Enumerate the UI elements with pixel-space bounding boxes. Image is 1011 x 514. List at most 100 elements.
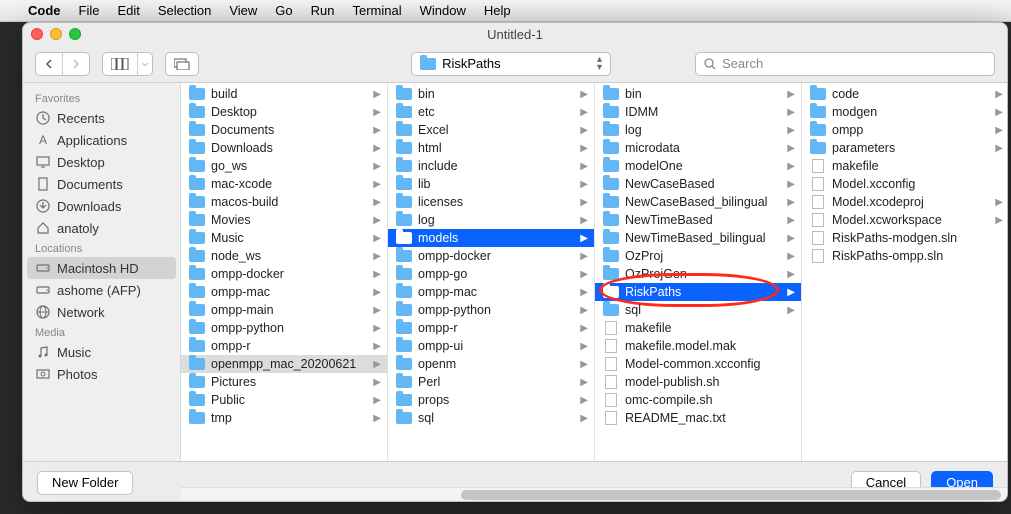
file-entry[interactable]: makefile [595,319,801,337]
menu-go[interactable]: Go [275,3,292,18]
file-entry[interactable]: node_ws▶ [181,247,387,265]
forward-button[interactable] [63,53,89,75]
file-entry[interactable]: build▶ [181,85,387,103]
file-entry[interactable]: omc-compile.sh [595,391,801,409]
file-entry[interactable]: log▶ [388,211,594,229]
file-entry[interactable]: microdata▶ [595,139,801,157]
file-entry[interactable]: models▶ [388,229,594,247]
sidebar-item-music[interactable]: Music [23,341,180,363]
menu-view[interactable]: View [229,3,257,18]
file-entry[interactable]: go_ws▶ [181,157,387,175]
file-entry[interactable]: lib▶ [388,175,594,193]
file-entry[interactable]: openmpp_mac_20200621▶ [181,355,387,373]
file-entry[interactable]: IDMM▶ [595,103,801,121]
file-entry[interactable]: licenses▶ [388,193,594,211]
file-entry[interactable]: mac-xcode▶ [181,175,387,193]
menu-selection[interactable]: Selection [158,3,211,18]
horizontal-scrollbar[interactable] [181,487,1007,501]
file-entry[interactable]: etc▶ [388,103,594,121]
file-entry[interactable]: RiskPaths-ompp.sln [802,247,1007,265]
sidebar-item-documents[interactable]: Documents [23,173,180,195]
file-entry[interactable]: Public▶ [181,391,387,409]
file-entry[interactable]: Excel▶ [388,121,594,139]
menu-terminal[interactable]: Terminal [353,3,402,18]
file-entry[interactable]: modgen▶ [802,103,1007,121]
menu-edit[interactable]: Edit [117,3,139,18]
file-entry[interactable]: OzProj▶ [595,247,801,265]
file-entry[interactable]: ompp-mac▶ [388,283,594,301]
sidebar-item-desktop[interactable]: Desktop [23,151,180,173]
file-entry[interactable]: openm▶ [388,355,594,373]
file-entry[interactable]: ompp-go▶ [388,265,594,283]
file-entry[interactable]: bin▶ [388,85,594,103]
file-entry[interactable]: log▶ [595,121,801,139]
sidebar-item-recents[interactable]: Recents [23,107,180,129]
file-entry[interactable]: makefile.model.mak [595,337,801,355]
file-entry[interactable]: html▶ [388,139,594,157]
file-entry[interactable]: makefile [802,157,1007,175]
file-entry[interactable]: include▶ [388,157,594,175]
file-entry[interactable]: Model.xcconfig [802,175,1007,193]
minimize-icon[interactable] [50,28,62,40]
file-entry[interactable]: ompp-r▶ [388,319,594,337]
file-entry[interactable]: sql▶ [595,301,801,319]
file-entry[interactable]: Documents▶ [181,121,387,139]
file-entry[interactable]: Model-common.xcconfig [595,355,801,373]
file-entry[interactable]: Movies▶ [181,211,387,229]
view-mode-chevron-icon[interactable]: ⌵ [138,53,152,75]
file-entry[interactable]: macos-build▶ [181,193,387,211]
file-entry[interactable]: ompp-docker▶ [181,265,387,283]
file-entry[interactable]: ompp-r▶ [181,337,387,355]
path-dropdown[interactable]: RiskPaths ▴▾ [411,52,611,76]
sidebar-item-photos[interactable]: Photos [23,363,180,385]
menu-file[interactable]: File [79,3,100,18]
file-entry[interactable]: ompp-docker▶ [388,247,594,265]
file-entry[interactable]: modelOne▶ [595,157,801,175]
file-entry[interactable]: NewCaseBased▶ [595,175,801,193]
file-entry[interactable]: ompp-python▶ [181,319,387,337]
file-entry[interactable]: NewTimeBased▶ [595,211,801,229]
back-button[interactable] [36,53,63,75]
maximize-icon[interactable] [69,28,81,40]
group-button[interactable] [165,52,199,76]
search-input[interactable]: Search [695,52,995,76]
file-entry[interactable]: OzProjGen▶ [595,265,801,283]
file-entry[interactable]: Downloads▶ [181,139,387,157]
file-entry[interactable]: NewTimeBased_bilingual▶ [595,229,801,247]
file-entry[interactable]: code▶ [802,85,1007,103]
file-entry[interactable]: Model.xcworkspace▶ [802,211,1007,229]
file-entry[interactable]: tmp▶ [181,409,387,427]
column-view-button[interactable] [103,53,138,75]
file-entry[interactable]: ompp-main▶ [181,301,387,319]
file-entry[interactable]: RiskPaths-modgen.sln [802,229,1007,247]
file-entry[interactable]: props▶ [388,391,594,409]
file-entry[interactable]: Model.xcodeproj▶ [802,193,1007,211]
file-entry[interactable]: Pictures▶ [181,373,387,391]
app-name[interactable]: Code [28,3,61,18]
file-entry[interactable]: NewCaseBased_bilingual▶ [595,193,801,211]
scrollbar-thumb[interactable] [461,490,1001,500]
menu-window[interactable]: Window [420,3,466,18]
file-entry[interactable]: ompp-ui▶ [388,337,594,355]
file-entry[interactable]: RiskPaths▶ [595,283,801,301]
close-icon[interactable] [31,28,43,40]
file-entry[interactable]: bin▶ [595,85,801,103]
file-entry[interactable]: Music▶ [181,229,387,247]
menu-run[interactable]: Run [311,3,335,18]
sidebar-item-applications[interactable]: AApplications [23,129,180,151]
menu-help[interactable]: Help [484,3,511,18]
file-entry[interactable]: ompp-mac▶ [181,283,387,301]
file-entry[interactable]: sql▶ [388,409,594,427]
sidebar-item-ashome-afp-[interactable]: ashome (AFP) [23,279,180,301]
file-entry[interactable]: Perl▶ [388,373,594,391]
file-entry[interactable]: ompp▶ [802,121,1007,139]
sidebar-item-anatoly[interactable]: anatoly [23,217,180,239]
file-entry[interactable]: parameters▶ [802,139,1007,157]
file-entry[interactable]: ompp-python▶ [388,301,594,319]
file-entry[interactable]: README_mac.txt [595,409,801,427]
sidebar-item-downloads[interactable]: Downloads [23,195,180,217]
new-folder-button[interactable]: New Folder [37,471,133,495]
file-entry[interactable]: model-publish.sh [595,373,801,391]
sidebar-item-network[interactable]: Network [23,301,180,323]
file-entry[interactable]: Desktop▶ [181,103,387,121]
